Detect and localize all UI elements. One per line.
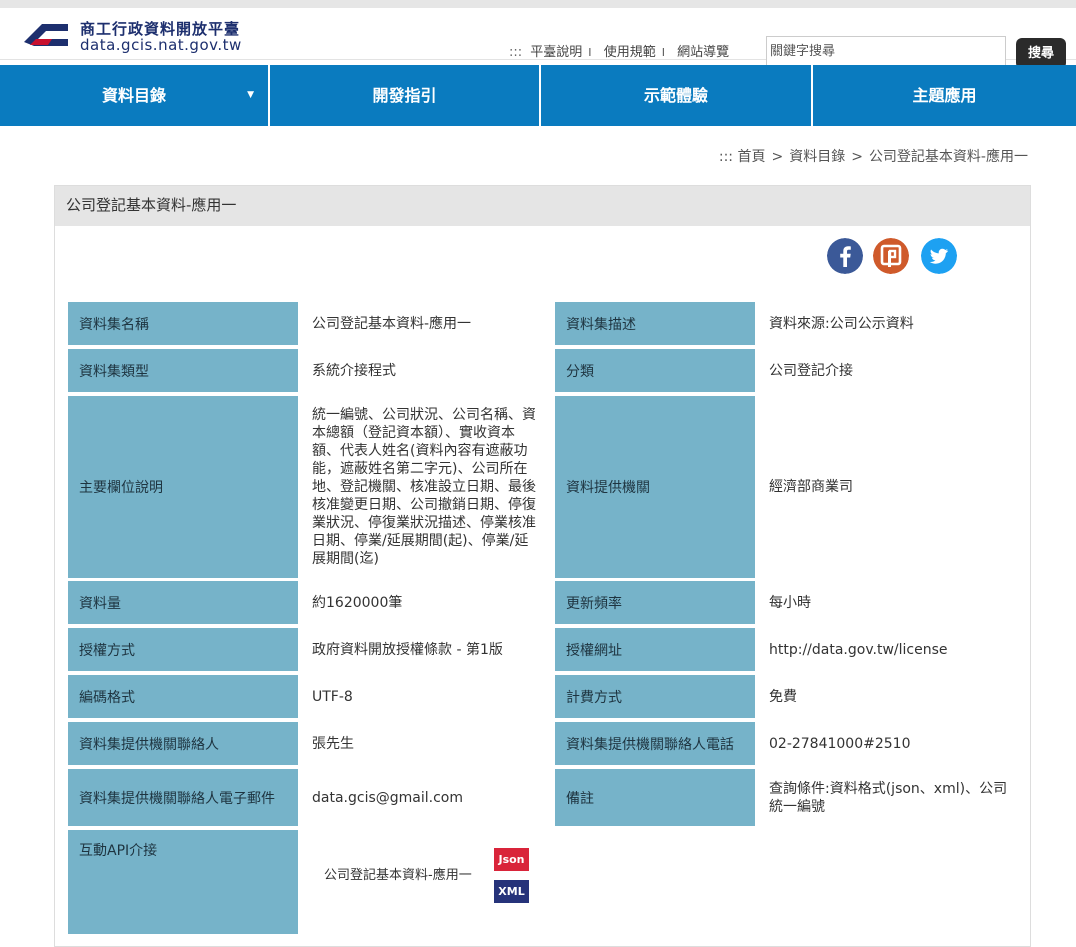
nav-item-data-catalog[interactable]: 資料目錄 ▼ [0,65,268,126]
field-value: 免費 [769,688,797,705]
breadcrumb: ::: 首頁 > 資料目錄 > 公司登記基本資料-應用一 [719,146,1028,166]
main-nav: 資料目錄 ▼ 開發指引 示範體驗 主題應用 [0,65,1076,126]
field-value: 政府資料開放授權條款 - 第1版 [312,641,503,658]
nav-item-label: 主題應用 [912,86,977,105]
field-value: 公司登記介接 [769,362,853,379]
nav-item-label: 示範體驗 [643,86,708,105]
field-label: 資料集提供機關聯絡人電話 [555,722,755,765]
top-strip [0,0,1076,8]
field-value: 約1620000筆 [312,594,403,611]
field-value: 每小時 [769,594,811,611]
xml-download-button[interactable]: XML [494,880,529,903]
field-value: 資料來源:公司公示資料 [769,315,914,332]
search-input[interactable] [766,36,1006,67]
breadcrumb-catalog[interactable]: 資料目錄 [789,149,845,165]
field-value: http://data.gov.tw/license [769,641,948,658]
field-value: 張先生 [312,735,354,752]
field-label: 更新頻率 [555,581,755,624]
field-label: 資料集類型 [68,349,298,392]
site-logo-icon[interactable] [22,18,72,52]
top-links: ::: 平臺說明 I 使用規範 I 網站導覽 [509,41,729,60]
field-value: 經濟部商業司 [769,479,853,495]
panel-title: 公司登記基本資料-應用一 [55,186,1030,226]
link-sitemap[interactable]: 網站導覽 [677,45,729,60]
field-value: 查詢條件:資料格式(json、xml)、公司統一編號 [769,780,1008,815]
field-value: data.gcis@gmail.com [312,789,463,806]
field-value: 系統介接程式 [312,362,396,379]
field-label: 資料提供機關 [555,396,755,578]
api-label-cell: 互動API介接 [68,830,298,934]
site-url[interactable]: data.gcis.nat.gov.tw [80,36,242,54]
breadcrumb-current: 公司登記基本資料-應用一 [868,149,1028,165]
field-label: 資料集提供機關聯絡人 [68,722,298,765]
field-label: 主要欄位說明 [68,396,298,578]
field-value: 公司登記基本資料-應用一 [312,315,472,332]
nav-item-demo[interactable]: 示範體驗 [541,65,811,126]
breadcrumb-marker[interactable]: ::: [719,149,733,165]
field-label: 授權網址 [555,628,755,671]
field-label: 資料集提供機關聯絡人電子郵件 [68,769,298,826]
accesskey-marker[interactable]: ::: [509,45,522,60]
field-value: 統一編號、公司狀況、公司名稱、資本總額（登記資本額）、實收資本額、代表人姓名(資… [312,407,536,567]
field-value: UTF-8 [312,688,353,705]
field-label: 授權方式 [68,628,298,671]
twitter-icon[interactable] [921,238,957,274]
api-item-name: 公司登記基本資料-應用一 [324,868,472,883]
field-label: 計費方式 [555,675,755,718]
breadcrumb-separator: > [851,149,863,165]
caret-down-icon: ▼ [247,90,254,100]
field-label: 資料量 [68,581,298,624]
field-value: 02-27841000#2510 [769,735,911,752]
nav-item-theme-apps[interactable]: 主題應用 [813,65,1076,126]
link-platform-info[interactable]: 平臺說明 [530,45,582,60]
nav-item-dev-guide[interactable]: 開發指引 [270,65,539,126]
field-label: 備註 [555,769,755,826]
facebook-icon[interactable] [827,238,863,274]
breadcrumb-separator: > [771,149,784,165]
json-download-button[interactable]: Json [494,848,529,871]
link-separator: I [661,46,665,59]
link-separator: I [588,46,592,59]
field-label: 資料集名稱 [68,302,298,345]
plurk-icon[interactable] [873,238,909,274]
breadcrumb-home[interactable]: 首頁 [737,149,765,165]
header: 商工行政資料開放平臺 data.gcis.nat.gov.tw ::: 平臺說明… [0,8,1076,69]
field-label: 分類 [555,349,755,392]
field-label: 資料集描述 [555,302,755,345]
field-label: 編碼格式 [68,675,298,718]
nav-item-label: 資料目錄 [101,86,166,105]
nav-item-label: 開發指引 [372,86,437,105]
link-usage-rules[interactable]: 使用規範 [604,45,656,60]
